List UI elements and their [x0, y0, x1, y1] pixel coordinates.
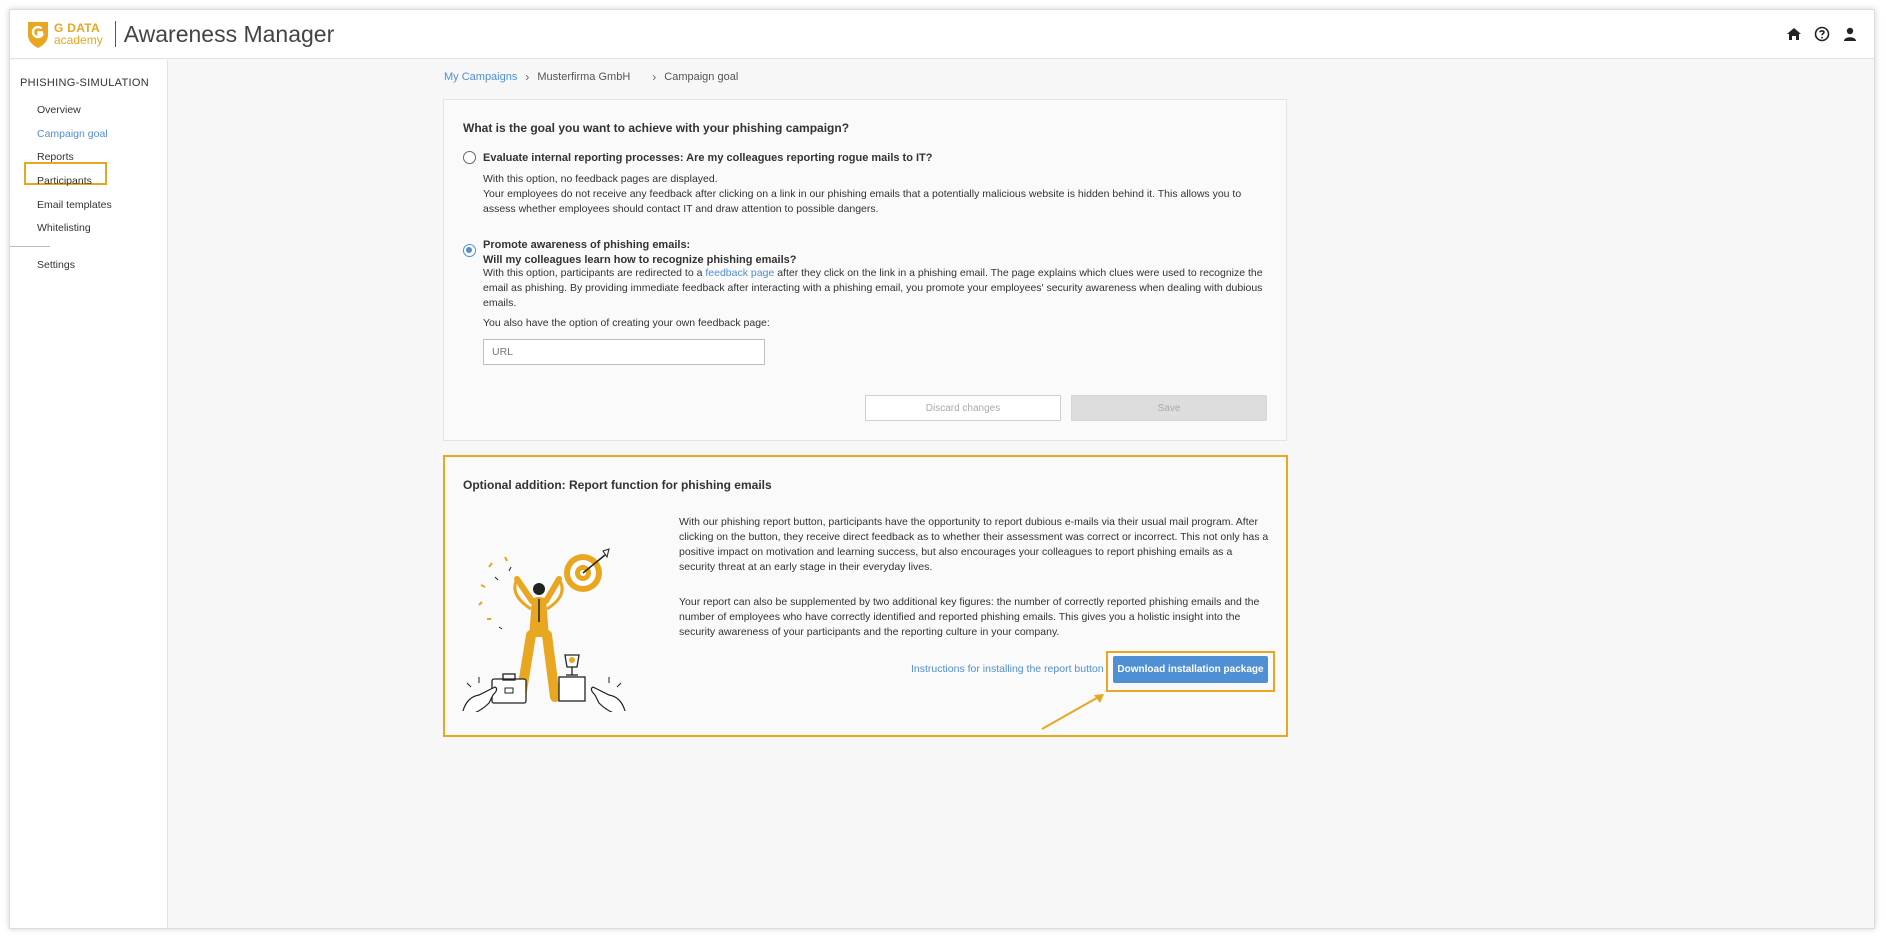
header-icons: [1786, 26, 1858, 42]
logo-line2: academy: [54, 33, 103, 47]
breadcrumb-current: Campaign goal: [664, 71, 739, 83]
user-icon[interactable]: [1842, 26, 1858, 42]
top-header: G DATA academy Awareness Manager: [10, 10, 1874, 59]
option1-radio[interactable]: [463, 151, 476, 164]
sidebar-item-email-templates[interactable]: Email templates: [37, 199, 112, 211]
option2-description: With this option, participants are redir…: [483, 266, 1263, 311]
report-paragraph2: Your report can also be supplemented by …: [679, 596, 1260, 638]
shield-logo-icon: [28, 22, 48, 48]
sidebar-item-reports[interactable]: Reports: [37, 151, 74, 163]
feedback-page-link[interactable]: feedback page: [705, 267, 774, 279]
sidebar-item-campaign-goal[interactable]: Campaign goal: [37, 128, 108, 140]
breadcrumb: My Campaigns › Musterfirma GmbH › Campai…: [444, 70, 738, 84]
sidebar-section-title: PHISHING-SIMULATION: [20, 77, 149, 89]
help-icon[interactable]: [1814, 26, 1830, 42]
report-paragraph1: With our phishing report button, partici…: [679, 516, 1269, 573]
gdata-logo[interactable]: G DATA academy Awareness Manager: [26, 16, 334, 52]
campaign-goal-card: What is the goal you want to achieve wit…: [443, 99, 1287, 441]
arrow-icon: [1041, 694, 1104, 730]
chevron-right-icon: ›: [525, 70, 530, 84]
chevron-right-icon: ›: [652, 70, 657, 84]
sidebar-item-settings[interactable]: Settings: [37, 259, 75, 271]
save-button[interactable]: Save: [1071, 395, 1267, 421]
home-icon[interactable]: [1786, 26, 1802, 42]
breadcrumb-my-campaigns[interactable]: My Campaigns: [444, 71, 517, 83]
option2-radio[interactable]: [463, 244, 476, 257]
breadcrumb-company[interactable]: Musterfirma GmbH: [537, 71, 630, 83]
download-package-button[interactable]: Download installation package: [1113, 656, 1268, 683]
own-feedback-label: You also have the option of creating you…: [483, 317, 770, 329]
logo-separator: [114, 21, 116, 47]
option1-title[interactable]: Evaluate internal reporting processes: A…: [483, 152, 933, 164]
option1-description: With this option, no feedback pages are …: [483, 172, 1263, 217]
install-instructions-link[interactable]: Instructions for installing the report b…: [911, 663, 1104, 675]
app-window: G DATA academy Awareness Manager PHISHIN…: [9, 9, 1875, 929]
logo-wordmark: G DATA academy: [54, 22, 103, 46]
feedback-url-input[interactable]: [483, 339, 765, 365]
option1-line1: With this option, no feedback pages are …: [483, 173, 718, 185]
sidebar-item-whitelisting[interactable]: Whitelisting: [37, 222, 91, 234]
sidebar-item-overview[interactable]: Overview: [37, 104, 81, 116]
sidebar: PHISHING-SIMULATION Overview Campaign go…: [10, 60, 168, 928]
celebration-illustration: [462, 548, 626, 712]
app-title: Awareness Manager: [123, 20, 335, 47]
sidebar-item-participants[interactable]: Participants: [37, 175, 92, 187]
option1-line2: Your employees do not receive any feedba…: [483, 188, 1242, 215]
discard-changes-button[interactable]: Discard changes: [865, 395, 1061, 421]
option2-text-before: With this option, participants are redir…: [483, 267, 706, 279]
report-card-title: Optional addition: Report function for p…: [463, 478, 772, 492]
goal-question: What is the goal you want to achieve wit…: [463, 121, 850, 135]
report-function-card: Optional addition: Report function for p…: [443, 455, 1288, 737]
sidebar-divider: [10, 246, 50, 247]
option2-title[interactable]: Promote awareness of phishing emails: Wi…: [483, 238, 796, 268]
option2-title-line1: Promote awareness of phishing emails:: [483, 239, 691, 251]
